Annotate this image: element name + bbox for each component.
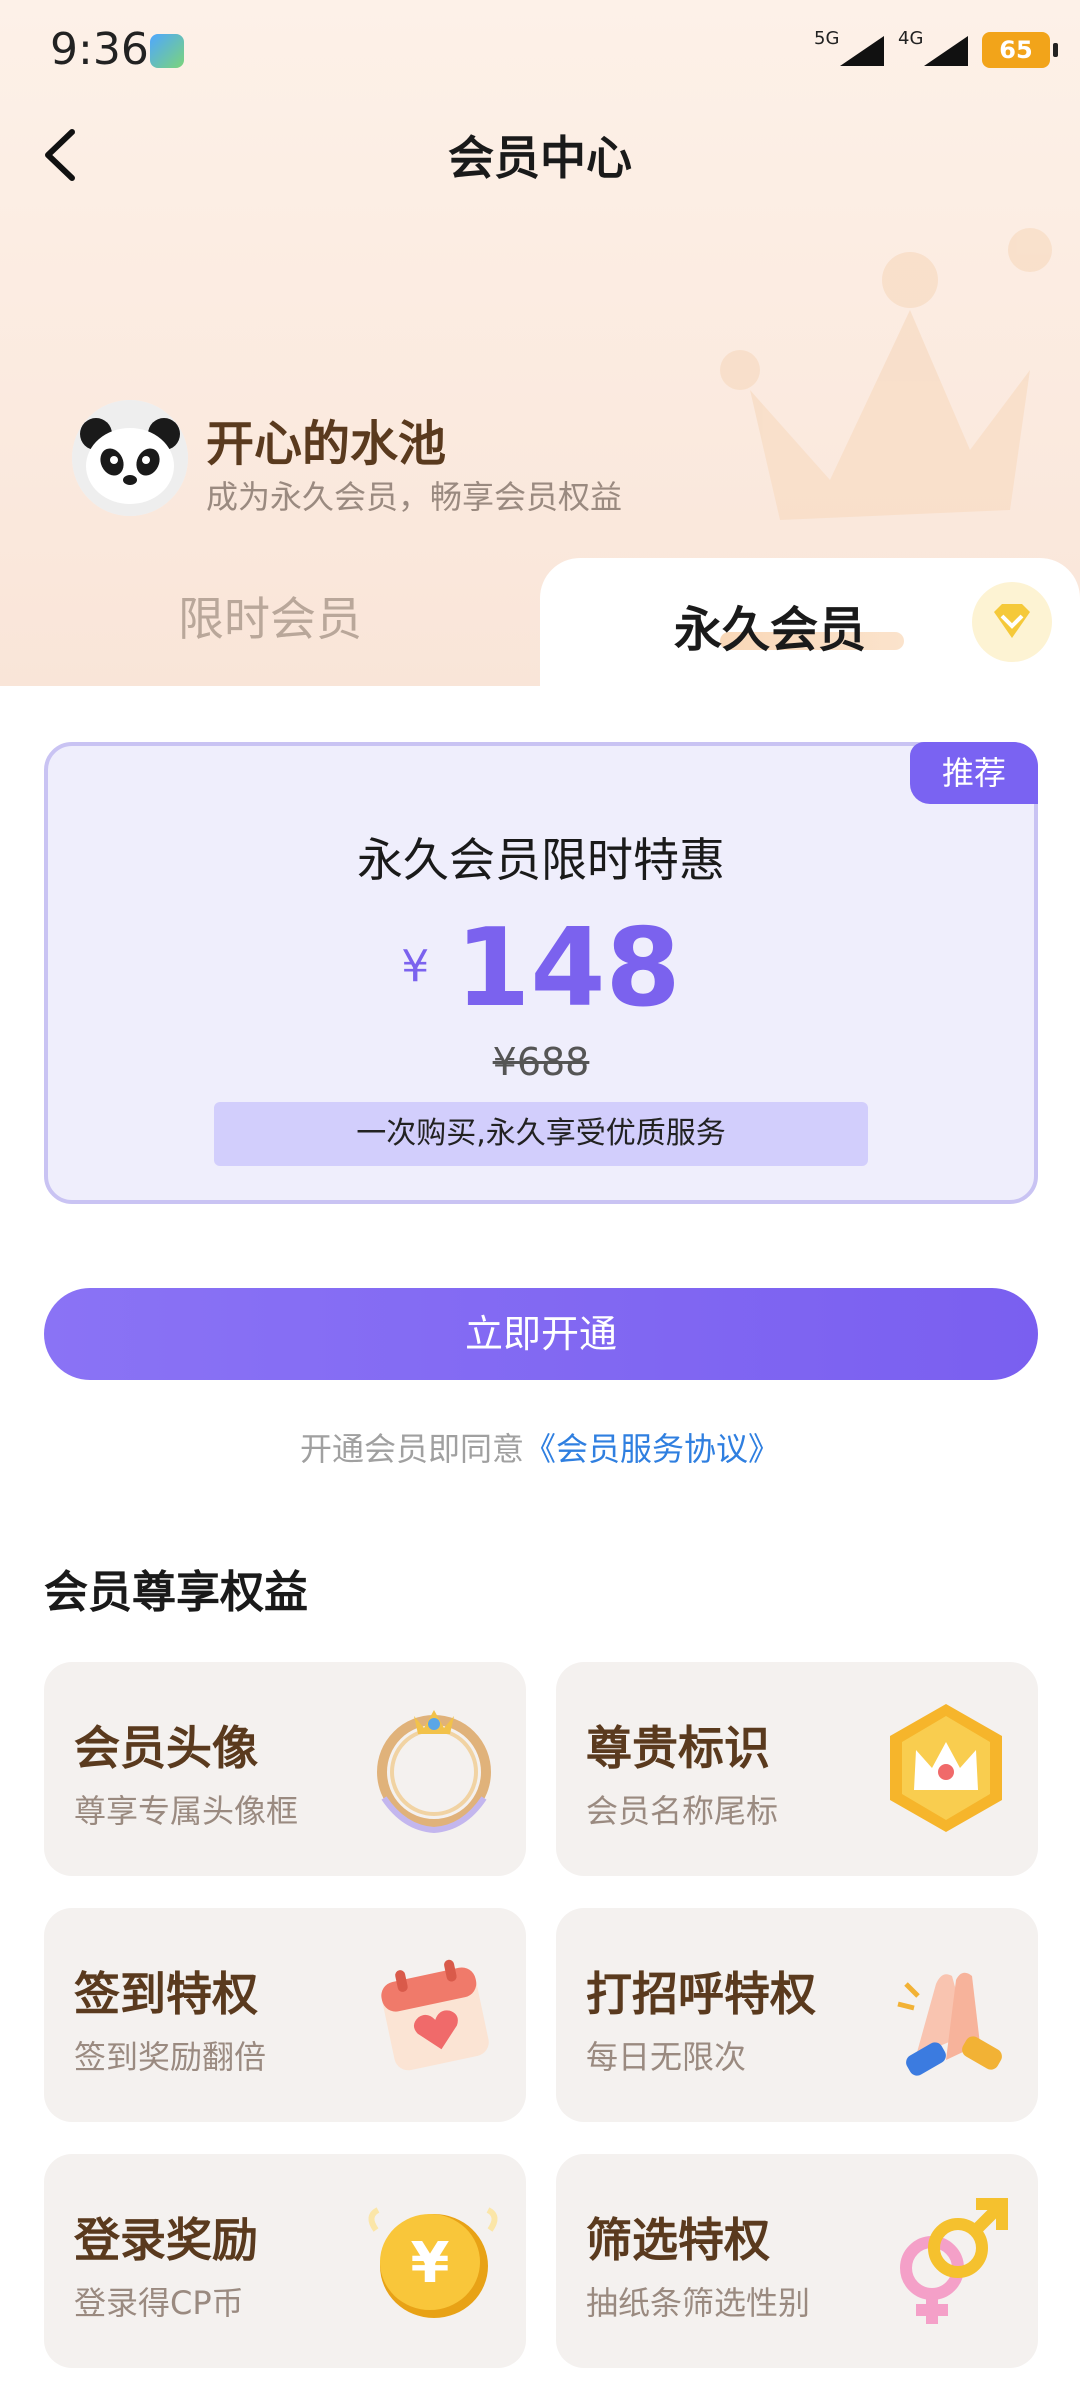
gender-symbols-icon	[900, 2198, 1008, 2324]
username: 开心的水池	[206, 416, 447, 472]
benefit-card-checkin[interactable]: 签到特权 签到奖励翻倍	[44, 1908, 526, 2122]
offer-title: 永久会员限时特惠	[357, 833, 725, 887]
signal-4g-icon: 4G	[898, 28, 968, 70]
benefit-name: 打招呼特权	[586, 1967, 816, 2021]
tab-limited-membership[interactable]: 限时会员	[0, 560, 540, 686]
yuan-coin-icon: ¥	[368, 2207, 498, 2318]
calendar-heart-icon	[381, 1959, 489, 2071]
svg-text:¥: ¥	[411, 2231, 450, 2296]
avatar-frame-icon	[377, 1710, 491, 1834]
signal-4g-label: 4G	[898, 28, 924, 49]
benefit-name: 签到特权	[74, 1967, 258, 2021]
recommend-badge: 推荐	[910, 742, 1038, 804]
offer-card[interactable]: 推荐 永久会员限时特惠 ¥148 ¥688 一次购买,永久享受优质服务	[44, 742, 1038, 1204]
status-indicators: 5G 4G 65	[814, 28, 1058, 72]
activate-button[interactable]: 立即开通	[44, 1288, 1038, 1380]
agreement-prefix: 开通会员即同意	[299, 1430, 524, 1468]
battery-icon: 65	[982, 32, 1058, 68]
benefit-desc: 会员名称尾标	[586, 1792, 779, 1830]
signal-5g-icon: 5G	[814, 28, 884, 70]
price-value: 148	[455, 906, 681, 1031]
benefit-desc: 尊享专属头像框	[74, 1792, 299, 1830]
benefit-name: 会员头像	[74, 1721, 258, 1775]
benefit-card-greeting[interactable]: 打招呼特权 每日无限次	[556, 1908, 1038, 2122]
crown-decoration-icon	[720, 228, 1052, 520]
benefit-card-badge[interactable]: 尊贵标识 会员名称尾标	[556, 1662, 1038, 1876]
original-price: ¥688	[492, 1040, 590, 1084]
benefits-title: 会员尊享权益	[44, 1567, 308, 1618]
benefit-name: 登录奖励	[74, 2213, 258, 2267]
offer-price: ¥148	[48, 906, 1034, 1031]
tab-permanent-label: 永久会员	[673, 602, 866, 658]
diamond-badge	[972, 582, 1052, 662]
panda-avatar-icon	[72, 400, 188, 516]
signal-5g-label: 5G	[814, 28, 840, 49]
offer-note: 一次购买,永久享受优质服务	[214, 1102, 868, 1166]
page-title: 会员中心	[448, 131, 632, 185]
agreement-link[interactable]: 《会员服务协议》	[524, 1430, 780, 1468]
avatar[interactable]	[72, 400, 188, 516]
benefit-card-login[interactable]: 登录奖励 登录得CP币 ¥	[44, 2154, 526, 2368]
benefit-card-avatar-frame[interactable]: 会员头像 尊享专属头像框	[44, 1662, 526, 1876]
crown-badge-icon	[890, 1704, 1002, 1832]
diamond-icon	[994, 604, 1030, 638]
benefit-card-filter[interactable]: 筛选特权 抽纸条筛选性别	[556, 2154, 1038, 2368]
benefit-name: 尊贵标识	[586, 1721, 770, 1775]
benefit-desc: 抽纸条筛选性别	[586, 2284, 811, 2322]
status-time: 9:36	[50, 24, 149, 75]
clapping-hands-icon	[897, 1972, 1002, 2076]
currency-symbol: ¥	[401, 941, 430, 992]
benefit-desc: 每日无限次	[586, 2038, 747, 2076]
status-bar: 9:36 5G 4G 65	[0, 0, 1080, 100]
gallery-notification-icon	[150, 34, 184, 68]
user-subtitle: 成为永久会员，畅享会员权益	[206, 478, 623, 516]
benefit-desc: 登录得CP币	[74, 2284, 244, 2322]
benefit-desc: 签到奖励翻倍	[74, 2038, 267, 2076]
agreement-text: 开通会员即同意《会员服务协议》	[0, 1424, 1080, 1470]
benefit-name: 筛选特权	[586, 2213, 770, 2267]
